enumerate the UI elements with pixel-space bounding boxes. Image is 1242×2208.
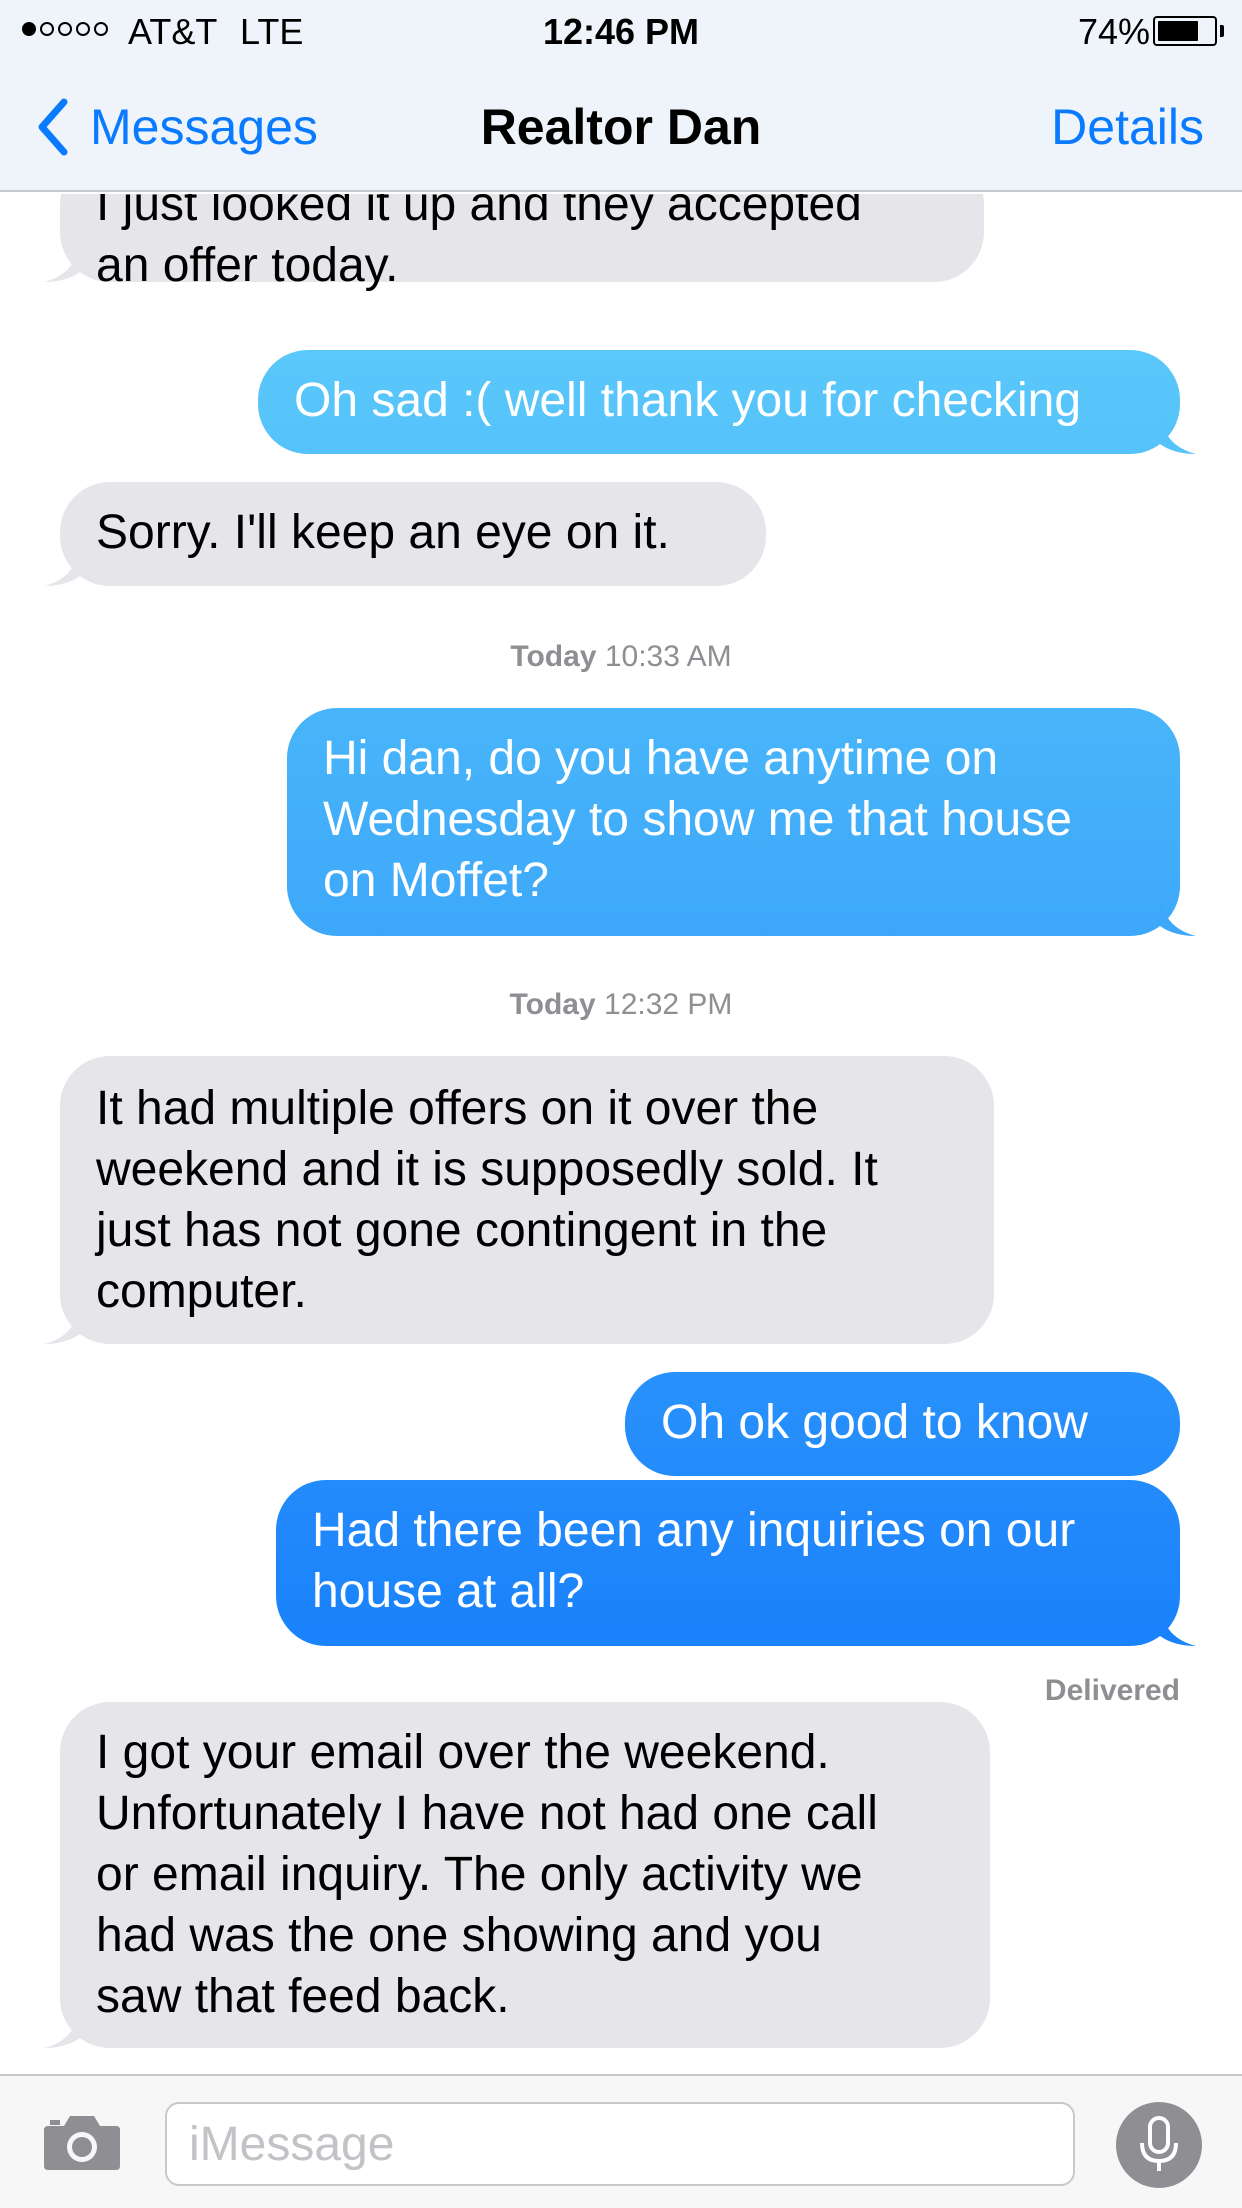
navigation-bar: Messages Realtor Dan Details xyxy=(0,64,1242,192)
message-thread[interactable]: I just looked it up and they accepted an… xyxy=(0,194,1242,2074)
status-time: 12:46 PM xyxy=(542,11,700,52)
battery-level-fill xyxy=(1158,21,1198,41)
message-text: Oh ok good to know xyxy=(661,1396,1088,1449)
received-message-bubble[interactable]: I just looked it up and they accepted an… xyxy=(44,194,984,292)
timestamp-day: Today xyxy=(510,640,597,673)
back-button[interactable]: Messages xyxy=(30,94,318,160)
received-message-bubble[interactable]: I got your email over the weekend. Unfor… xyxy=(44,1702,990,2048)
message-text: I got your email over the weekend. Unfor… xyxy=(96,1726,878,2023)
sent-message-bubble[interactable]: Hi dan, do you have anytime on Wednesday… xyxy=(287,708,1196,936)
timestamp-time: 10:33 AM xyxy=(604,640,732,673)
message-text: Oh sad :( well thank you for checking xyxy=(294,374,1082,427)
timestamp: Today 12:32 PM xyxy=(0,988,1242,1022)
message-text: Had there been any inquiries on our hous… xyxy=(312,1504,1076,1618)
sent-message-bubble[interactable]: Oh sad :( well thank you for checking xyxy=(258,350,1196,454)
bubble-tail xyxy=(44,242,80,282)
message-text: I just looked it up and they accepted an… xyxy=(96,194,862,292)
imessage-input[interactable] xyxy=(165,2102,1075,2186)
sent-message-bubble[interactable]: Oh ok good to know xyxy=(625,1372,1180,1476)
bubble-tail xyxy=(1160,1606,1196,1646)
sent-message-bubble[interactable]: Had there been any inquiries on our hous… xyxy=(276,1480,1196,1646)
bubble-tail xyxy=(1160,896,1196,936)
battery-percent: 74% xyxy=(1077,11,1150,52)
bubble-tail xyxy=(1160,414,1196,454)
status-bar: AT&T LTE 12:46 PM 74% xyxy=(0,0,1242,64)
bubble-tail xyxy=(44,1304,80,1344)
microphone-icon xyxy=(1140,2116,1178,2171)
message-text: It had multiple offers on it over the we… xyxy=(96,1082,878,1318)
microphone-button[interactable] xyxy=(1116,2102,1202,2188)
chevron-left-icon xyxy=(38,98,68,156)
details-button[interactable]: Details xyxy=(1051,97,1204,157)
message-text: Sorry. I'll keep an eye on it. xyxy=(96,506,670,559)
timestamp-time: 12:32 PM xyxy=(604,988,733,1021)
delivery-status: Delivered xyxy=(1044,1674,1180,1707)
bubble-tail xyxy=(44,2008,80,2048)
camera-icon[interactable] xyxy=(42,2112,122,2172)
message-input-bar xyxy=(0,2074,1242,2208)
battery-cap xyxy=(1220,25,1224,37)
timestamp: Today 10:33 AM xyxy=(0,640,1242,674)
bubble-tail xyxy=(44,546,80,586)
battery-icon xyxy=(1153,16,1217,46)
received-message-bubble[interactable]: Sorry. I'll keep an eye on it. xyxy=(44,482,766,586)
message-text: Hi dan, do you have anytime on Wednesday… xyxy=(323,732,1072,907)
received-message-bubble[interactable]: It had multiple offers on it over the we… xyxy=(44,1056,994,1344)
back-button-label: Messages xyxy=(90,99,318,155)
timestamp-day: Today xyxy=(509,988,596,1021)
